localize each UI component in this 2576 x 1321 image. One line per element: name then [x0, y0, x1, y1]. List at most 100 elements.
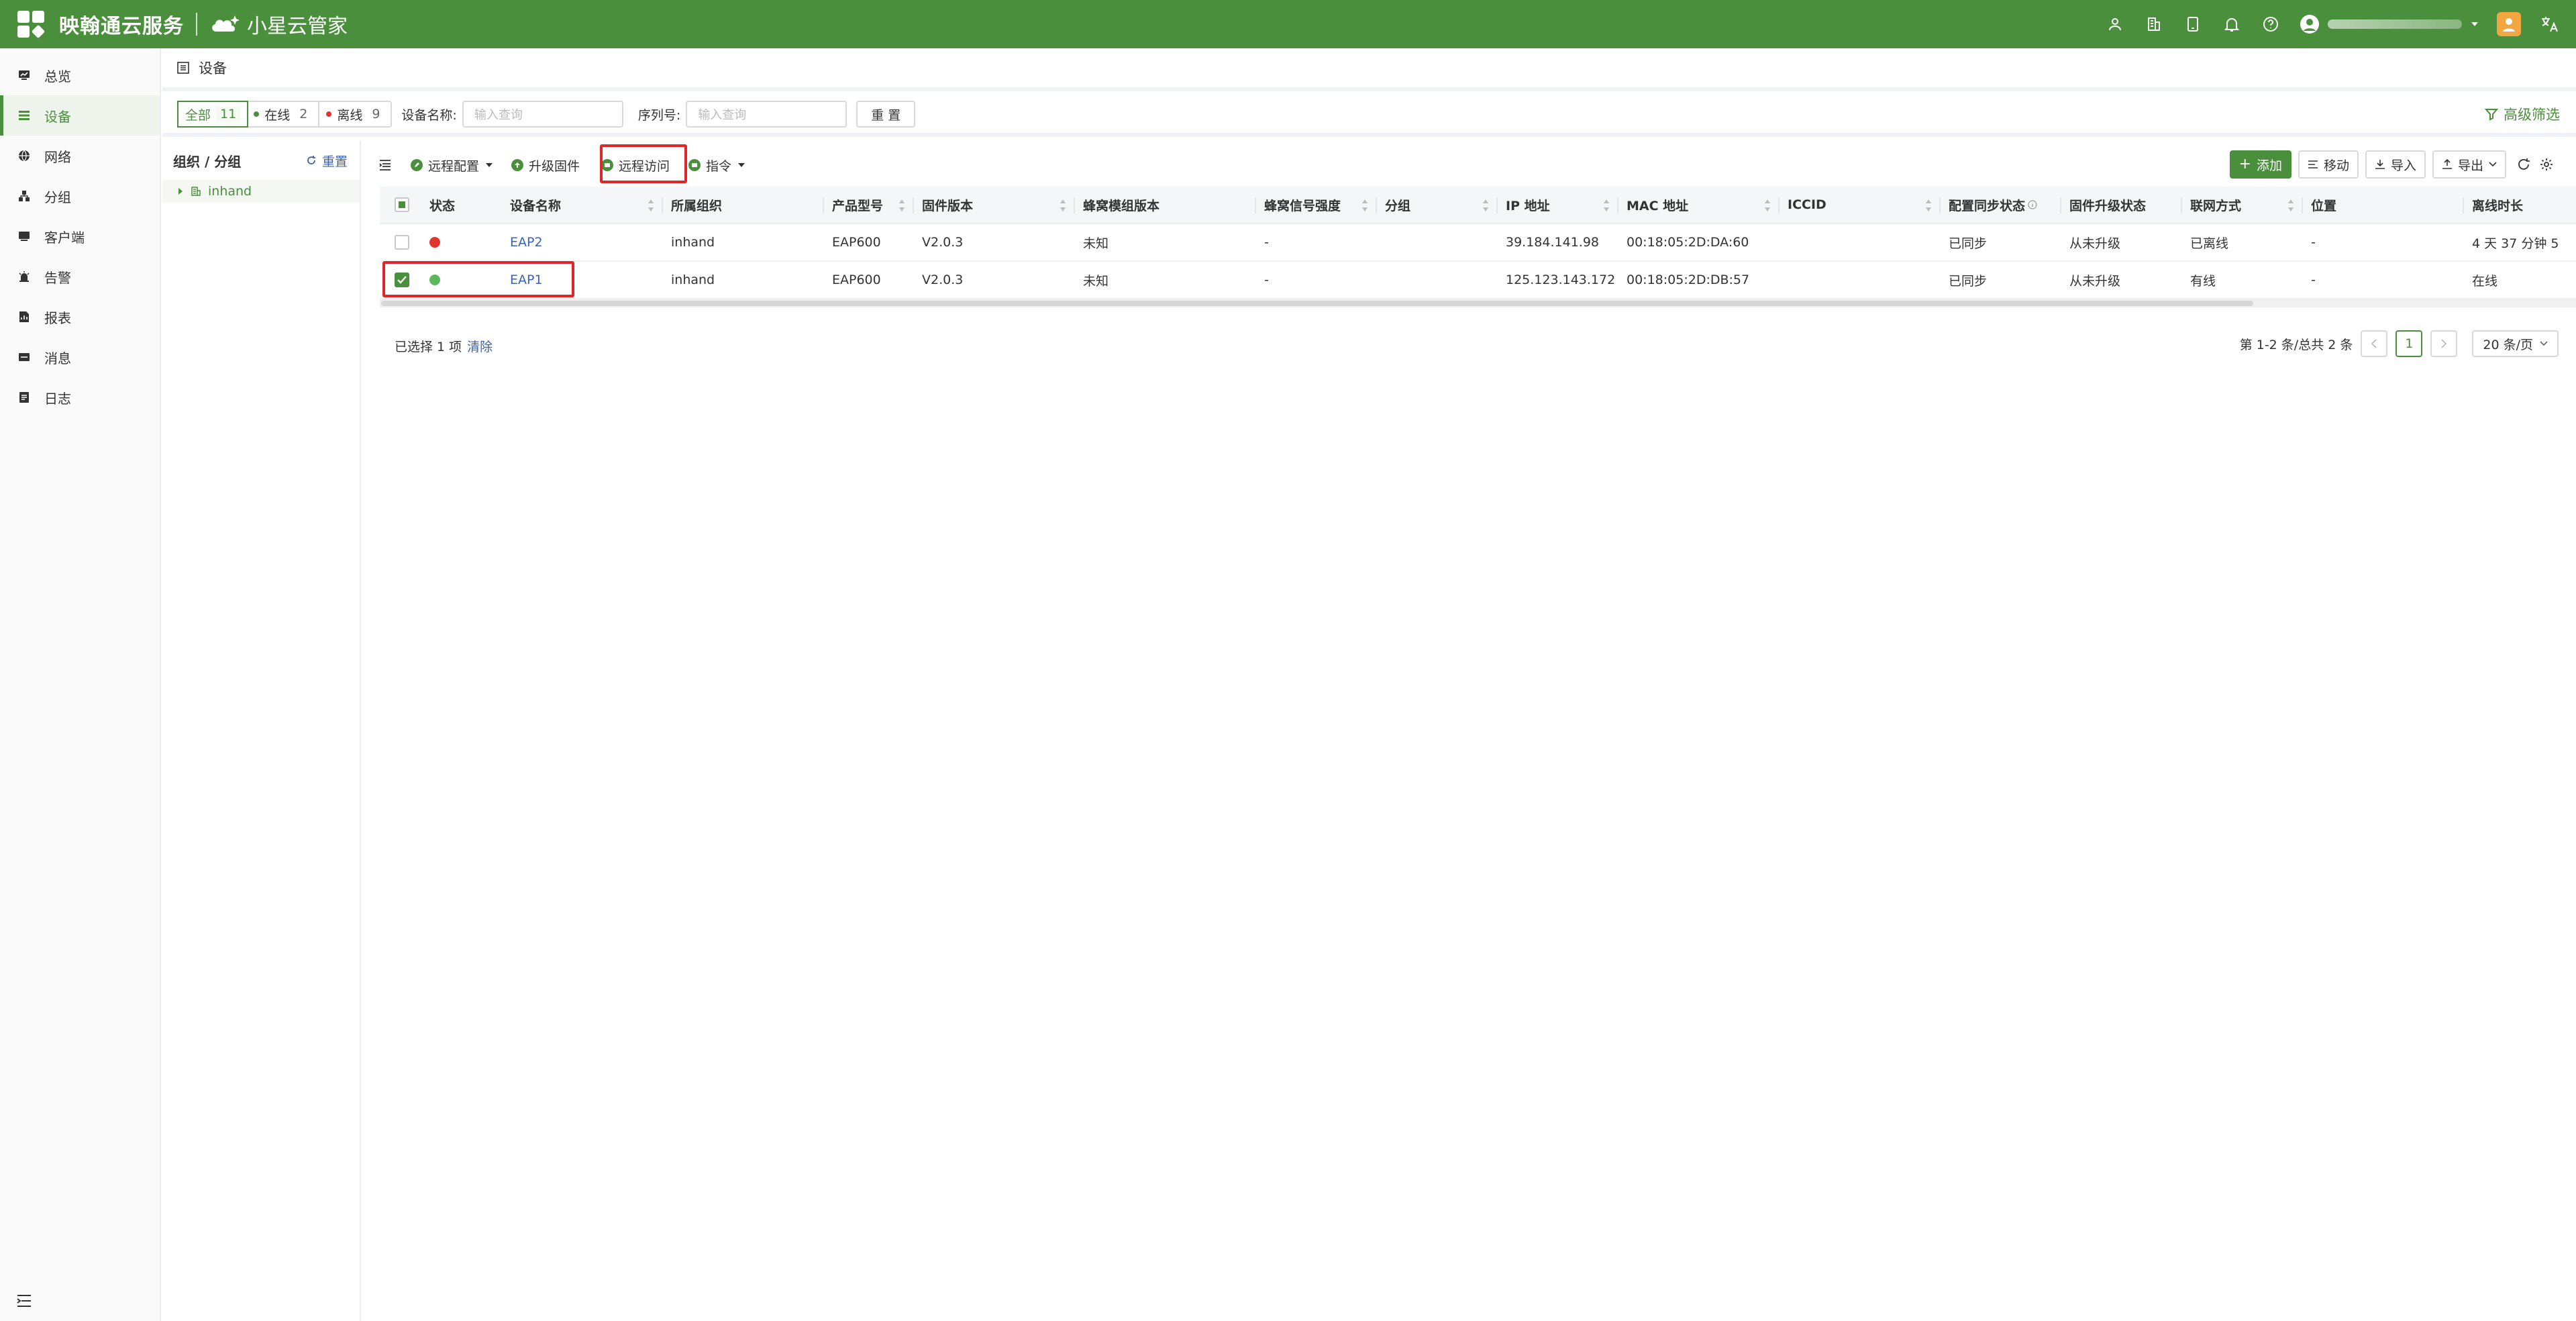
org-tree-node[interactable]: inhand	[162, 180, 360, 203]
col-mac[interactable]: MAC 地址	[1618, 187, 1780, 223]
page-size-select[interactable]: 20 条/页	[2472, 330, 2559, 357]
serial-number-input[interactable]: 输入查询	[686, 101, 847, 128]
sync-cell: 已同步	[1949, 236, 1988, 251]
col-location: 位置	[2303, 187, 2464, 223]
chevron-down-icon	[2471, 22, 2478, 26]
help-icon[interactable]	[2261, 14, 2281, 34]
sort-icon[interactable]	[1060, 199, 1066, 211]
select-all-checkbox[interactable]	[380, 187, 421, 223]
move-button[interactable]: 移动	[2298, 150, 2359, 179]
col-upgrade-status: 固件升级状态	[2061, 187, 2182, 223]
modem-cell: 未知	[1083, 273, 1109, 289]
org-reset-button[interactable]: 重置	[306, 152, 348, 170]
prev-page-button[interactable]	[2361, 330, 2388, 357]
sort-icon[interactable]	[899, 199, 905, 211]
reset-button[interactable]: 重 置	[856, 101, 916, 128]
ip-cell: 39.184.141.98	[1506, 235, 1600, 250]
device-name-link[interactable]: EAP2	[502, 224, 663, 260]
bell-icon[interactable]	[2222, 14, 2242, 34]
sidebar-item-network[interactable]: 网络	[0, 136, 160, 176]
tab-offline[interactable]: 离线 9	[319, 102, 391, 126]
selected-count: 已选择 1 项	[395, 340, 462, 354]
sidebar-item-groups[interactable]: 分组	[0, 176, 160, 216]
table-row[interactable]: EAP1 inhand EAP600 V2.0.3 未知 - 125.123.1…	[380, 262, 2576, 299]
account-menu[interactable]	[2300, 14, 2478, 34]
sort-icon[interactable]	[1362, 199, 1368, 211]
col-group[interactable]: 分组	[1377, 187, 1498, 223]
page-button[interactable]: 1	[2395, 330, 2423, 357]
sort-icon[interactable]	[2288, 199, 2294, 211]
app-grid-icon[interactable]	[17, 11, 46, 39]
sort-icon[interactable]	[1604, 199, 1609, 211]
settings-gear-icon[interactable]	[2538, 156, 2555, 173]
chevron-right-icon	[2441, 339, 2447, 348]
tab-label: 离线	[337, 107, 363, 123]
upgrade-firmware-button[interactable]: 升级固件	[511, 156, 580, 175]
user-avatar-icon	[2300, 15, 2319, 34]
organization-icon[interactable]	[2144, 14, 2164, 34]
refresh-icon[interactable]	[2516, 156, 2532, 173]
sort-icon[interactable]	[1765, 199, 1770, 211]
sidebar-item-reports[interactable]: 报表	[0, 297, 160, 337]
sidebar-item-messages[interactable]: 消息	[0, 337, 160, 377]
plus-icon: +	[2238, 156, 2251, 173]
profile-avatar[interactable]	[2497, 12, 2521, 36]
sidebar-item-logs[interactable]: 日志	[0, 377, 160, 418]
mobile-app-icon[interactable]	[2183, 14, 2203, 34]
command-menu[interactable]: 指令	[688, 156, 745, 175]
upgrade-cell: 从未升级	[2069, 236, 2121, 251]
pagination-range: 第 1-2 条/总共 2 条	[2239, 337, 2353, 352]
col-sync-status: 配置同步状态	[1941, 187, 2061, 223]
sidebar-item-label: 消息	[44, 350, 71, 366]
sort-icon[interactable]	[1926, 199, 1931, 211]
next-page-button[interactable]	[2430, 330, 2458, 357]
organization-icon	[191, 187, 201, 196]
info-icon[interactable]	[2028, 200, 2037, 209]
collapse-menu-icon[interactable]	[16, 1294, 32, 1309]
remote-config-menu[interactable]: 远程配置	[411, 156, 493, 175]
horizontal-scrollbar[interactable]	[380, 299, 2576, 307]
export-button[interactable]: 导出	[2432, 150, 2506, 179]
sidebar-item-alarms[interactable]: 告警	[0, 256, 160, 297]
tab-online[interactable]: 在线 2	[247, 102, 320, 126]
col-iccid[interactable]: ICCID	[1780, 187, 1941, 223]
mac-cell: 00:18:05:2D:DA:60	[1627, 235, 1749, 250]
expand-arrow-icon[interactable]	[177, 187, 184, 195]
sidebar: 总览 设备 网络 分组 客户端 告警 报表 消息 日志	[0, 48, 161, 1321]
product-logo[interactable]: 小星云管家	[209, 9, 348, 39]
table-row[interactable]: EAP2 inhand EAP600 V2.0.3 未知 - 39.184.14…	[380, 224, 2576, 262]
add-device-button[interactable]: + 添加	[2229, 150, 2291, 179]
device-name-label: 设备名称:	[401, 107, 457, 123]
sidebar-item-devices[interactable]: 设备	[0, 95, 160, 136]
col-device-name[interactable]: 设备名称	[502, 187, 663, 223]
sort-icon[interactable]	[648, 199, 654, 211]
sidebar-item-clients[interactable]: 客户端	[0, 216, 160, 256]
sidebar-item-label: 总览	[44, 68, 71, 85]
group-cell	[1377, 262, 1498, 298]
col-ip[interactable]: IP 地址	[1498, 187, 1618, 223]
user-management-icon[interactable]	[2105, 14, 2125, 34]
col-firmware[interactable]: 固件版本	[914, 187, 1075, 223]
col-model[interactable]: 产品型号	[824, 187, 914, 223]
col-network-type[interactable]: 联网方式	[2182, 187, 2303, 223]
language-icon[interactable]	[2540, 14, 2560, 34]
row-checkbox[interactable]	[380, 224, 421, 260]
alarm-icon	[17, 270, 31, 283]
upload-icon	[511, 159, 524, 171]
col-signal[interactable]: 蜂窝信号强度	[1256, 187, 1377, 223]
advanced-filter-button[interactable]: 高级筛选	[2485, 95, 2560, 133]
user-name-blurred	[2328, 19, 2462, 29]
firmware-cell: V2.0.3	[922, 235, 964, 250]
sort-icon[interactable]	[1483, 199, 1488, 211]
import-button[interactable]: 导入	[2365, 150, 2426, 179]
device-name-input[interactable]: 输入查询	[462, 101, 623, 128]
add-label: 添加	[2256, 158, 2282, 173]
model-cell: EAP600	[832, 235, 881, 250]
column-toggle-icon[interactable]	[378, 159, 392, 171]
scrollbar-thumb[interactable]	[381, 301, 2253, 306]
sidebar-item-overview[interactable]: 总览	[0, 55, 160, 95]
clear-selection-link[interactable]: 清除	[467, 337, 493, 355]
status-cell	[421, 224, 502, 260]
tab-all[interactable]: 全部 11	[177, 101, 249, 128]
status-filter-tabs: 全部 11 在线 2 离线 9	[177, 101, 393, 128]
